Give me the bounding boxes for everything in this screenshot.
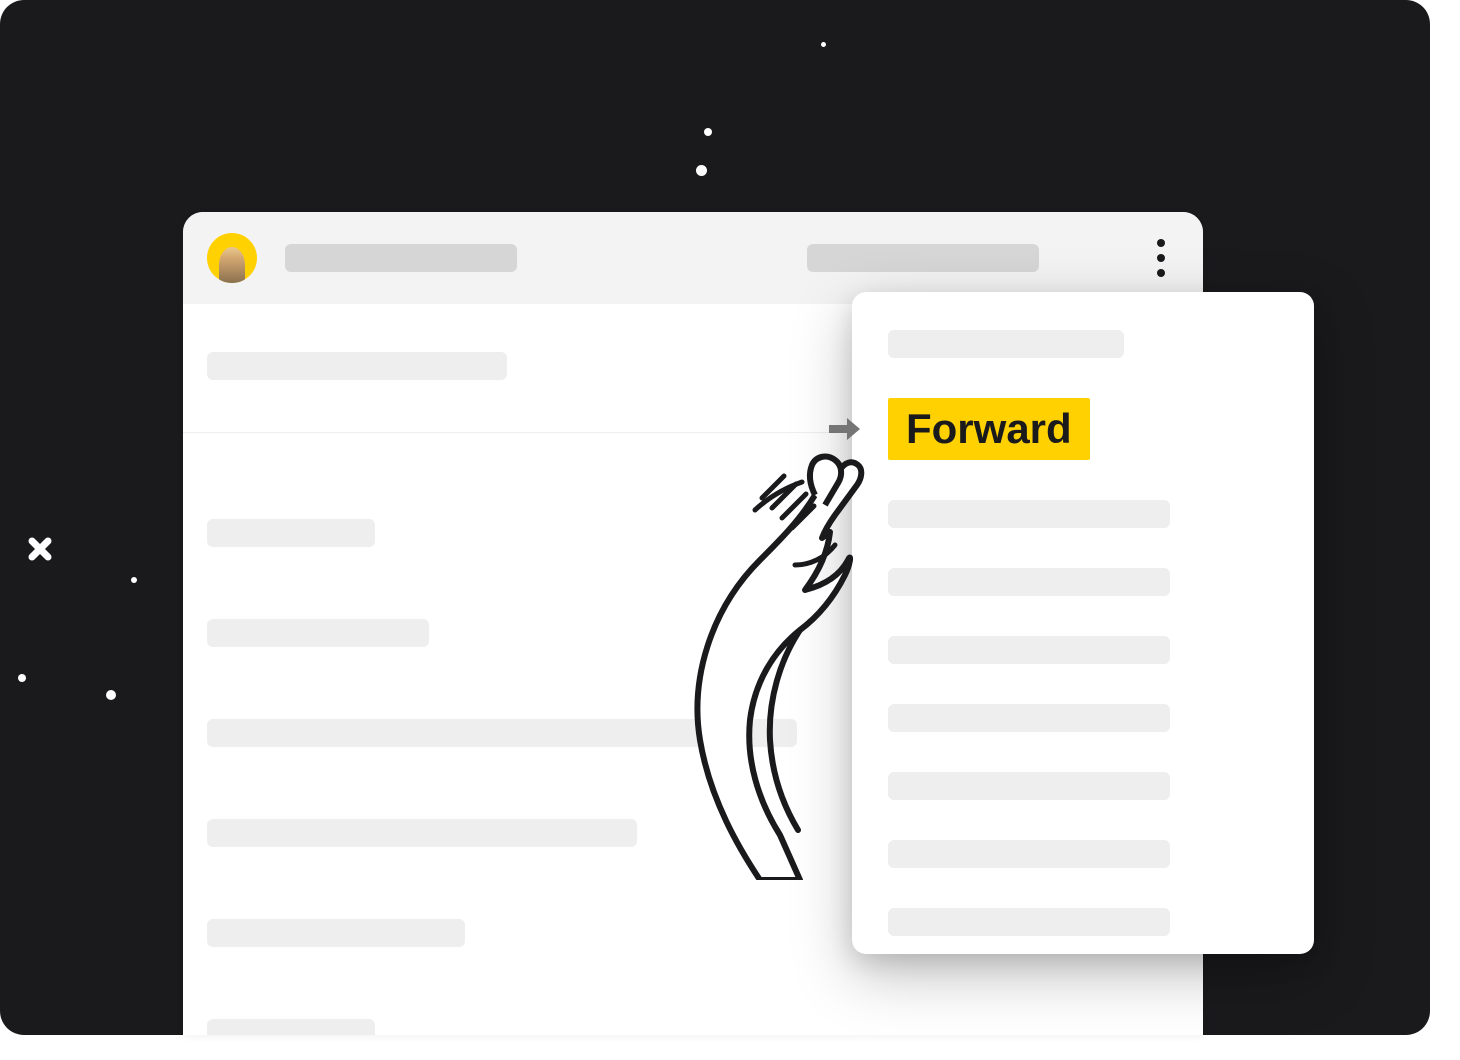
decoration-dot: [131, 577, 137, 583]
decoration-dot: [704, 128, 712, 136]
menu-item-forward[interactable]: Forward: [826, 398, 1278, 460]
body-line-placeholder: [207, 719, 797, 747]
decoration-x-icon: [26, 535, 54, 568]
subject-placeholder: [207, 352, 507, 380]
more-options-button[interactable]: [1149, 231, 1173, 285]
menu-item-placeholder[interactable]: [888, 704, 1170, 732]
forward-label[interactable]: Forward: [888, 398, 1090, 460]
decoration-dot: [696, 165, 707, 176]
menu-item-placeholder[interactable]: [888, 500, 1170, 528]
body-line-placeholder: [207, 1019, 375, 1035]
body-line-placeholder: [207, 619, 429, 647]
body-line-placeholder: [207, 919, 465, 947]
forward-arrow-icon: [826, 415, 864, 443]
menu-item-placeholder[interactable]: [888, 840, 1170, 868]
menu-item-placeholder[interactable]: [888, 772, 1170, 800]
decoration-dot: [106, 690, 116, 700]
body-line-placeholder: [207, 819, 637, 847]
menu-item-placeholder[interactable]: [888, 330, 1124, 358]
email-header: [183, 212, 1203, 304]
sender-avatar[interactable]: [207, 233, 257, 283]
decoration-dot: [18, 674, 26, 682]
menu-item-placeholder[interactable]: [888, 908, 1170, 936]
menu-item-placeholder[interactable]: [888, 636, 1170, 664]
timestamp-placeholder: [807, 244, 1039, 272]
menu-item-placeholder[interactable]: [888, 568, 1170, 596]
decoration-dot: [821, 42, 826, 47]
more-options-menu: Forward: [852, 292, 1314, 954]
body-line-placeholder: [207, 519, 375, 547]
sender-name-placeholder: [285, 244, 517, 272]
